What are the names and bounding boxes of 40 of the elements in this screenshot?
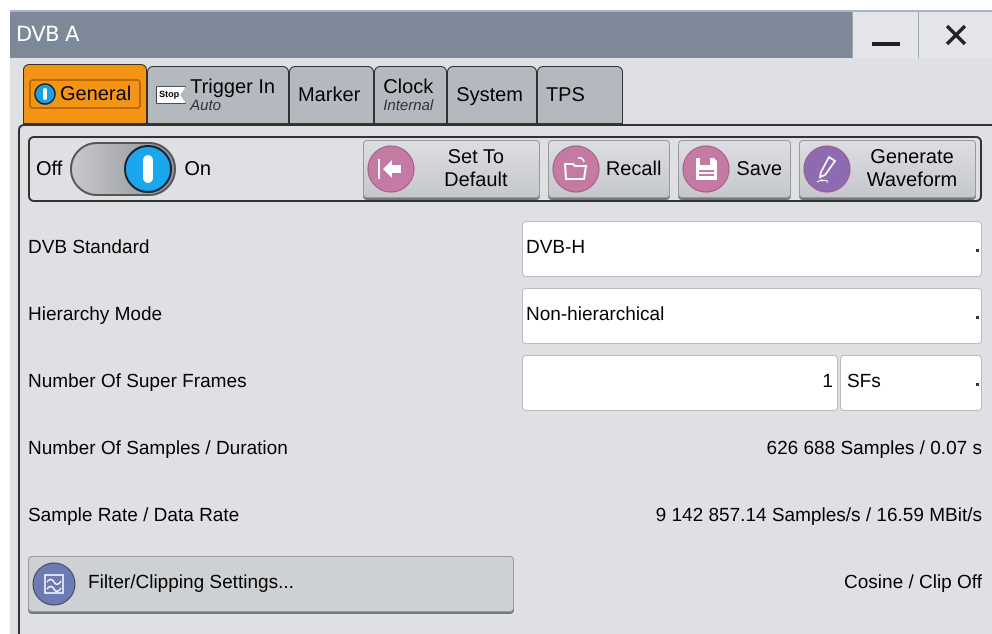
number-field[interactable]: 1: [522, 354, 838, 410]
tab[interactable]: Stop Trigger In Auto: [147, 66, 289, 124]
readout-value: Cosine / Clip Off: [844, 571, 982, 596]
parameter-label: Sample Rate / Data Rate: [28, 504, 240, 528]
power-toggle[interactable]: [70, 142, 176, 196]
floppy-disk-icon: [682, 145, 730, 193]
close-button[interactable]: [918, 12, 992, 58]
toolbar-button[interactable]: Generate Waveform: [799, 140, 976, 198]
dropdown-field[interactable]: DVB-H: [522, 220, 982, 276]
parameter-label: DVB Standard: [28, 236, 150, 260]
toolbar-button[interactable]: Save: [678, 140, 791, 198]
on-label: On: [184, 157, 212, 182]
tab[interactable]: General: [23, 64, 148, 124]
dropdown-caret-icon: [976, 248, 979, 252]
readout-value: 626 688 Samples / 0.07 s: [766, 437, 982, 462]
readout-value: 9 142 857.14 Samples/s / 16.59 MBit/s: [656, 504, 982, 528]
info-icon: [34, 83, 56, 105]
tab[interactable]: System: [447, 66, 537, 124]
folder-icon: [552, 145, 600, 193]
toolbar-button[interactable]: Recall: [548, 140, 670, 198]
off-label: Off: [36, 157, 62, 182]
dropdown-field[interactable]: Non-hierarchical: [522, 288, 982, 344]
parameter-label: Number Of Samples / Duration: [28, 437, 289, 462]
parameter-label: Hierarchy Mode: [28, 303, 164, 328]
tab[interactable]: Marker: [289, 66, 374, 124]
window-title: DVB A: [15, 21, 80, 48]
tab[interactable]: TPS: [536, 66, 623, 124]
filter-clipping-button[interactable]: Filter/Clipping Settings...: [28, 556, 514, 612]
stop-sign-badge: Stop: [156, 86, 186, 104]
pencil-icon: [803, 145, 851, 193]
parameter-label: Number Of Super Frames: [28, 370, 248, 394]
toolbar-button[interactable]: Set To Default: [362, 140, 540, 198]
filter-icon: [32, 562, 76, 606]
tab[interactable]: Clock Internal: [374, 66, 448, 124]
minimize-icon: [872, 42, 900, 46]
unit-dropdown[interactable]: SFs: [840, 354, 982, 410]
dropdown-caret-icon: [976, 382, 979, 386]
close-icon: [944, 24, 966, 46]
minimize-button[interactable]: [852, 12, 918, 58]
dropdown-caret-icon: [976, 316, 979, 318]
